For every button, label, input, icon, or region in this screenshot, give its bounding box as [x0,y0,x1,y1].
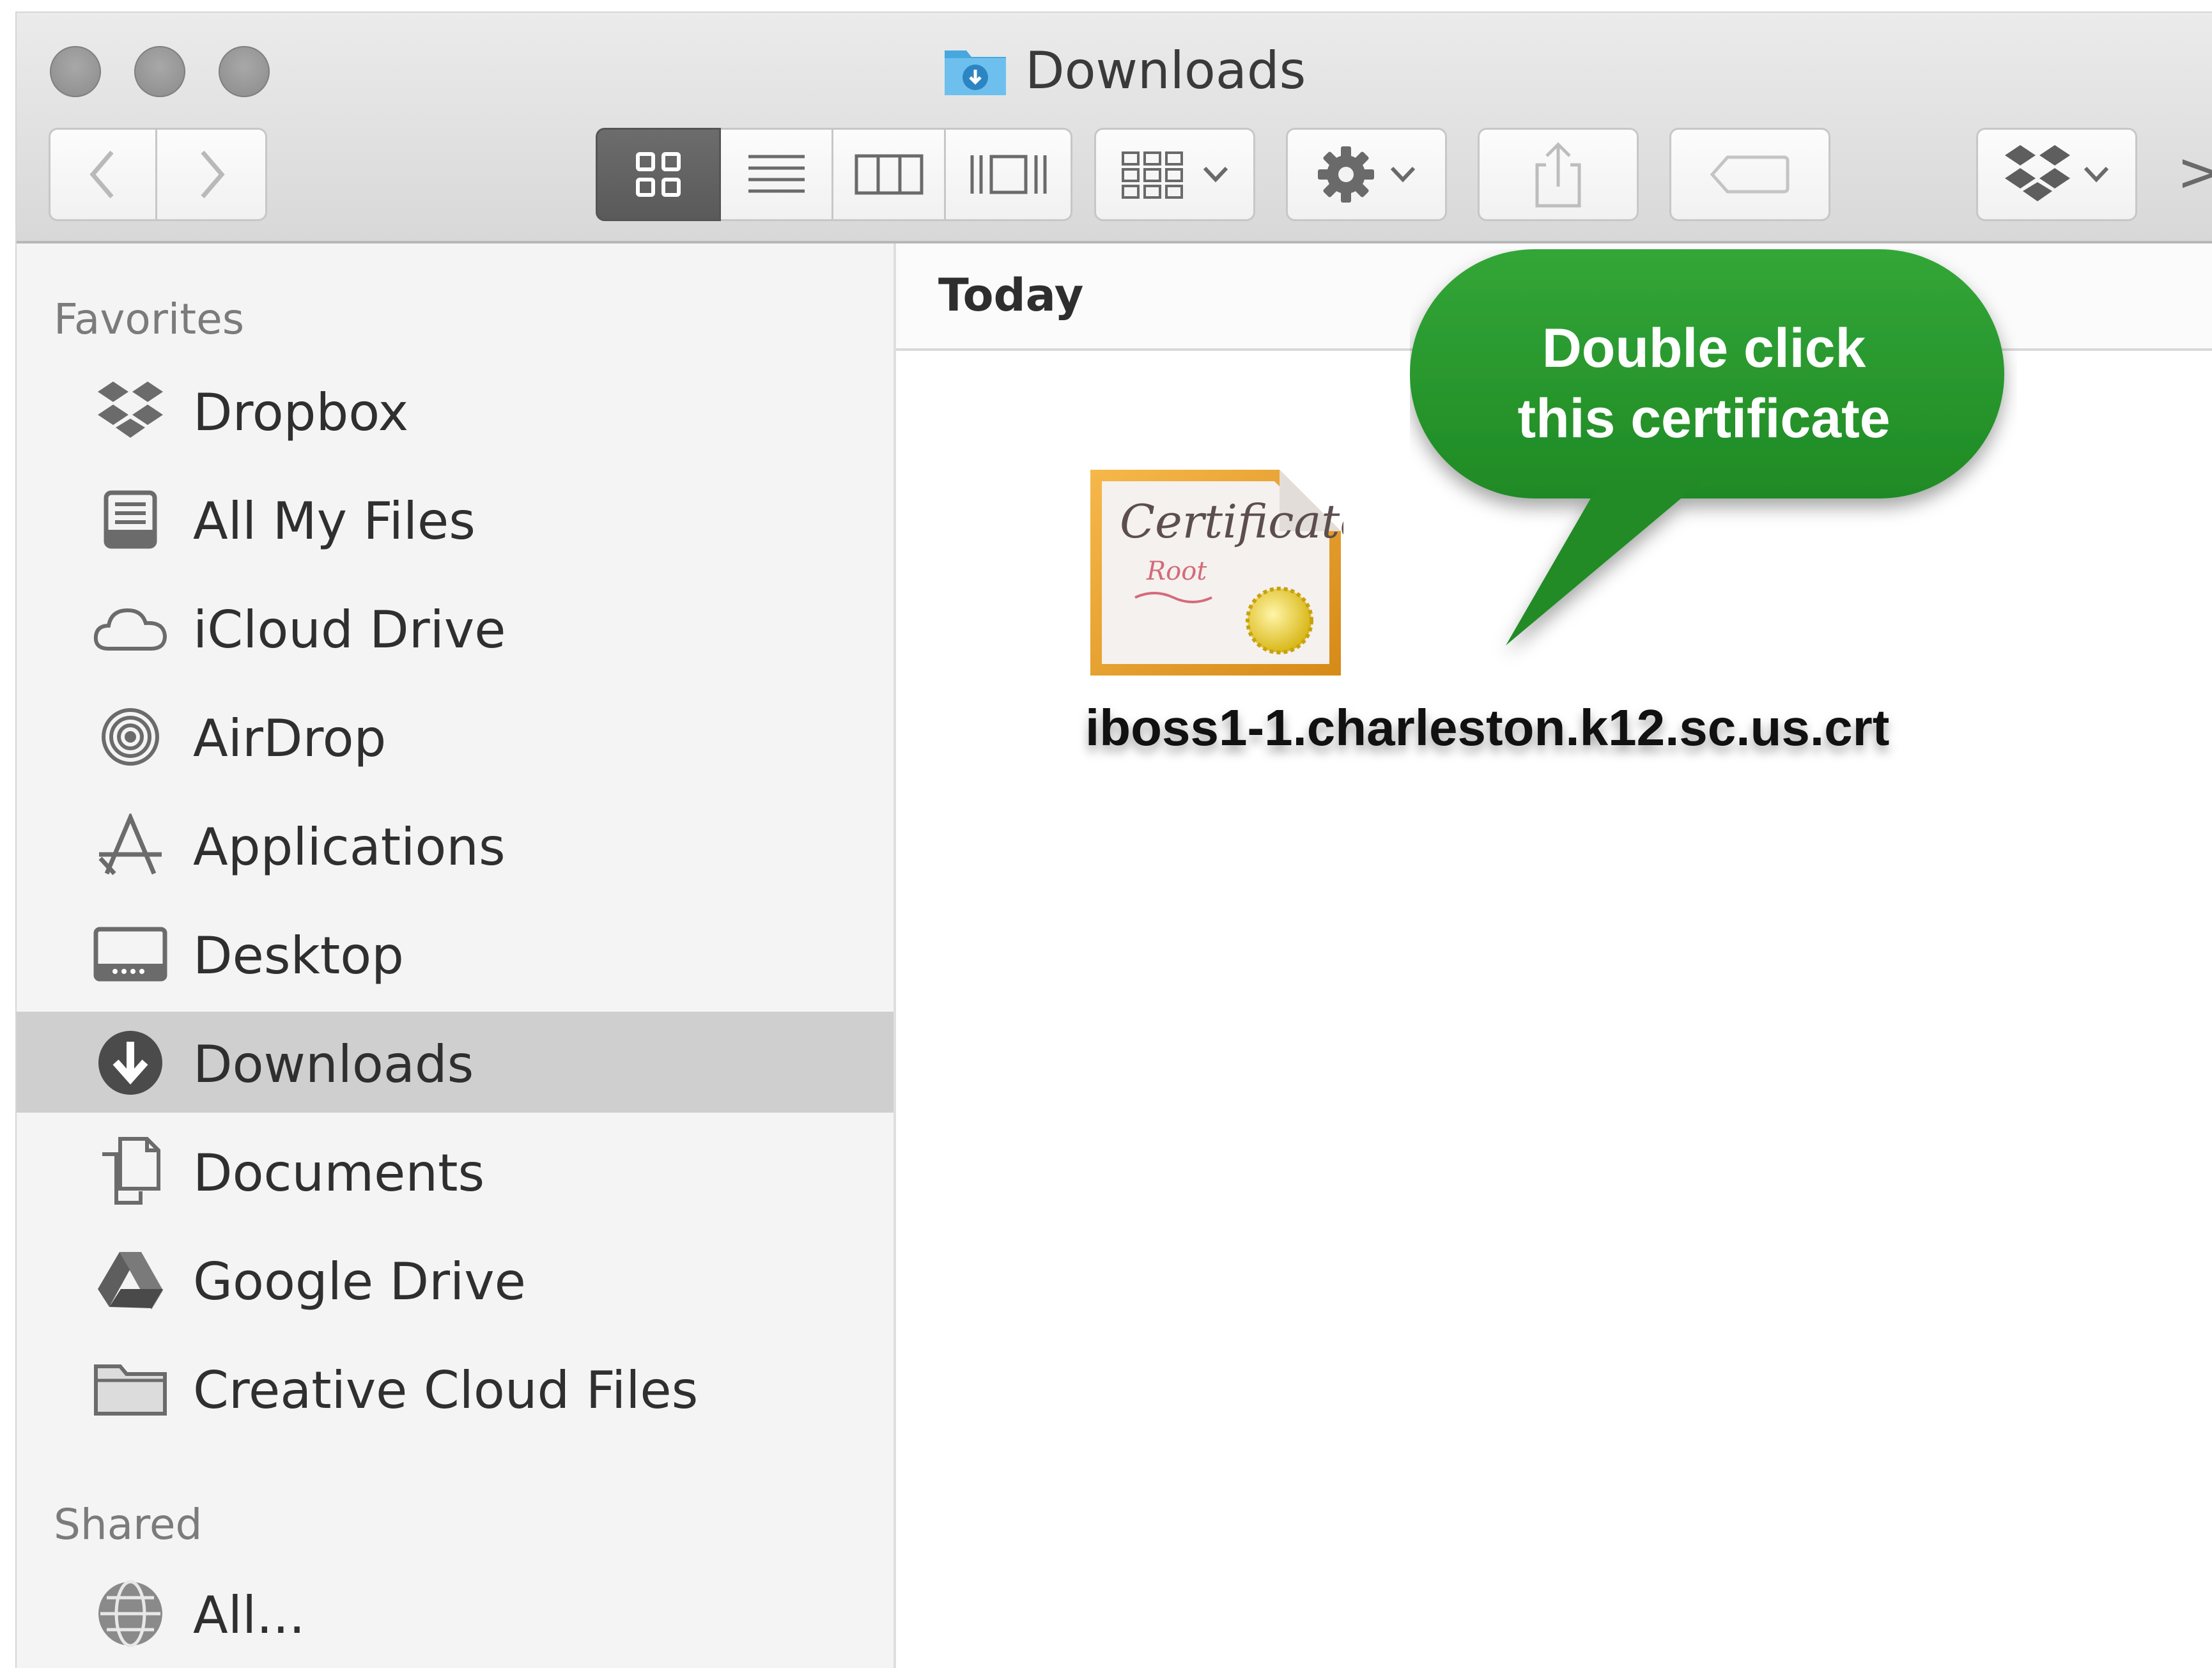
sidebar-item-applications[interactable]: Applications [17,794,893,895]
grid-icon [636,152,681,197]
window-title-text: Downloads [1025,40,1306,100]
cloud-icon [92,601,169,655]
sidebar-section-shared: Shared [54,1500,203,1549]
documents-icon [92,1137,169,1205]
chevron-right-icon [200,150,225,199]
sidebar-item-label: Documents [193,1143,485,1203]
sidebar-item-label: iCloud Drive [193,600,506,660]
downloads-icon [92,1031,169,1095]
chevron-down-icon [2084,166,2109,183]
finder-window: Downloads > Favorites Dropbox All My Fil… [17,13,2212,1668]
callout-line-1: Double click [1542,318,1866,379]
cover-flow-view-button[interactable] [946,128,1072,221]
sidebar-item-desktop[interactable]: Desktop [17,903,893,1004]
sidebar: Favorites Dropbox All My Files iCloud Dr… [17,243,896,1668]
dropbox-icon [2005,145,2070,201]
arrange-icon [1122,151,1183,199]
close-window-button[interactable] [50,46,101,97]
dropbox-toolbar-button[interactable] [1976,128,2137,221]
sidebar-item-label: Google Drive [193,1252,526,1311]
svg-text:Root: Root [1146,557,1207,586]
applications-icon [92,814,169,876]
airdrop-icon [92,708,169,766]
sidebar-item-label: AirDrop [193,709,387,768]
sidebar-item-creative-cloud-files[interactable]: Creative Cloud Files [17,1338,893,1439]
arrange-button[interactable] [1094,128,1255,221]
tag-icon [1710,155,1790,194]
sidebar-item-shared-all[interactable]: All... [17,1563,893,1664]
all-files-icon [92,490,169,549]
callout-line-2: this certificate [1517,388,1891,449]
back-button[interactable] [49,128,157,221]
folder-icon [92,1362,169,1416]
network-globe-icon [92,1580,169,1648]
chevron-down-icon [1203,166,1228,183]
sidebar-item-airdrop[interactable]: AirDrop [17,686,893,787]
sidebar-item-label: All My Files [193,491,476,551]
file-name: iboss1-1.charleston.k12.sc.us.crt [1085,699,1890,756]
sidebar-item-label: All... [193,1586,306,1645]
certificate-icon: Certificate Root [1090,470,1343,676]
sidebar-item-label: Dropbox [193,383,409,442]
chevron-left-icon [89,150,114,199]
sidebar-item-google-drive[interactable]: Google Drive [17,1229,893,1330]
callout-bubble [1410,249,2004,645]
sidebar-item-label: Downloads [193,1035,474,1094]
sidebar-section-favorites: Favorites [54,295,245,344]
sidebar-item-label: Creative Cloud Files [193,1361,699,1420]
dropbox-icon [92,382,169,438]
sidebar-item-icloud-drive[interactable]: iCloud Drive [17,577,893,678]
sidebar-item-documents[interactable]: Documents [17,1120,893,1221]
window-title: Downloads [942,40,1306,101]
toolbar: Downloads > [17,13,2212,243]
desktop-icon [92,927,169,982]
svg-text:Certificate: Certificate [1120,495,1343,548]
list-icon [748,155,805,193]
list-view-button[interactable] [721,128,833,221]
sidebar-item-all-my-files[interactable]: All My Files [17,468,893,569]
chevron-down-icon [1390,166,1416,183]
action-button[interactable] [1286,128,1447,221]
group-header-label: Today [938,269,1084,321]
sidebar-item-downloads[interactable]: Downloads [17,1012,893,1113]
downloads-folder-icon [945,50,1006,95]
tags-button[interactable] [1669,128,1830,221]
sidebar-item-label: Desktop [193,926,404,985]
toolbar-overflow-button[interactable]: >> [2177,141,2212,203]
share-icon [1535,142,1581,208]
cover-flow-icon [970,155,1046,194]
sidebar-item-dropbox[interactable]: Dropbox [17,360,893,461]
share-button[interactable] [1478,128,1639,221]
column-view-button[interactable] [833,128,946,221]
zoom-window-button[interactable] [219,46,270,97]
columns-icon [855,154,923,195]
gear-icon [1318,146,1374,203]
sidebar-item-label: Applications [193,817,506,877]
callout-text: Double click this certificate [1410,313,1998,454]
icon-view-button[interactable] [596,128,721,221]
google-drive-icon [92,1252,169,1309]
minimize-window-button[interactable] [134,46,185,97]
forward-button[interactable] [157,128,267,221]
